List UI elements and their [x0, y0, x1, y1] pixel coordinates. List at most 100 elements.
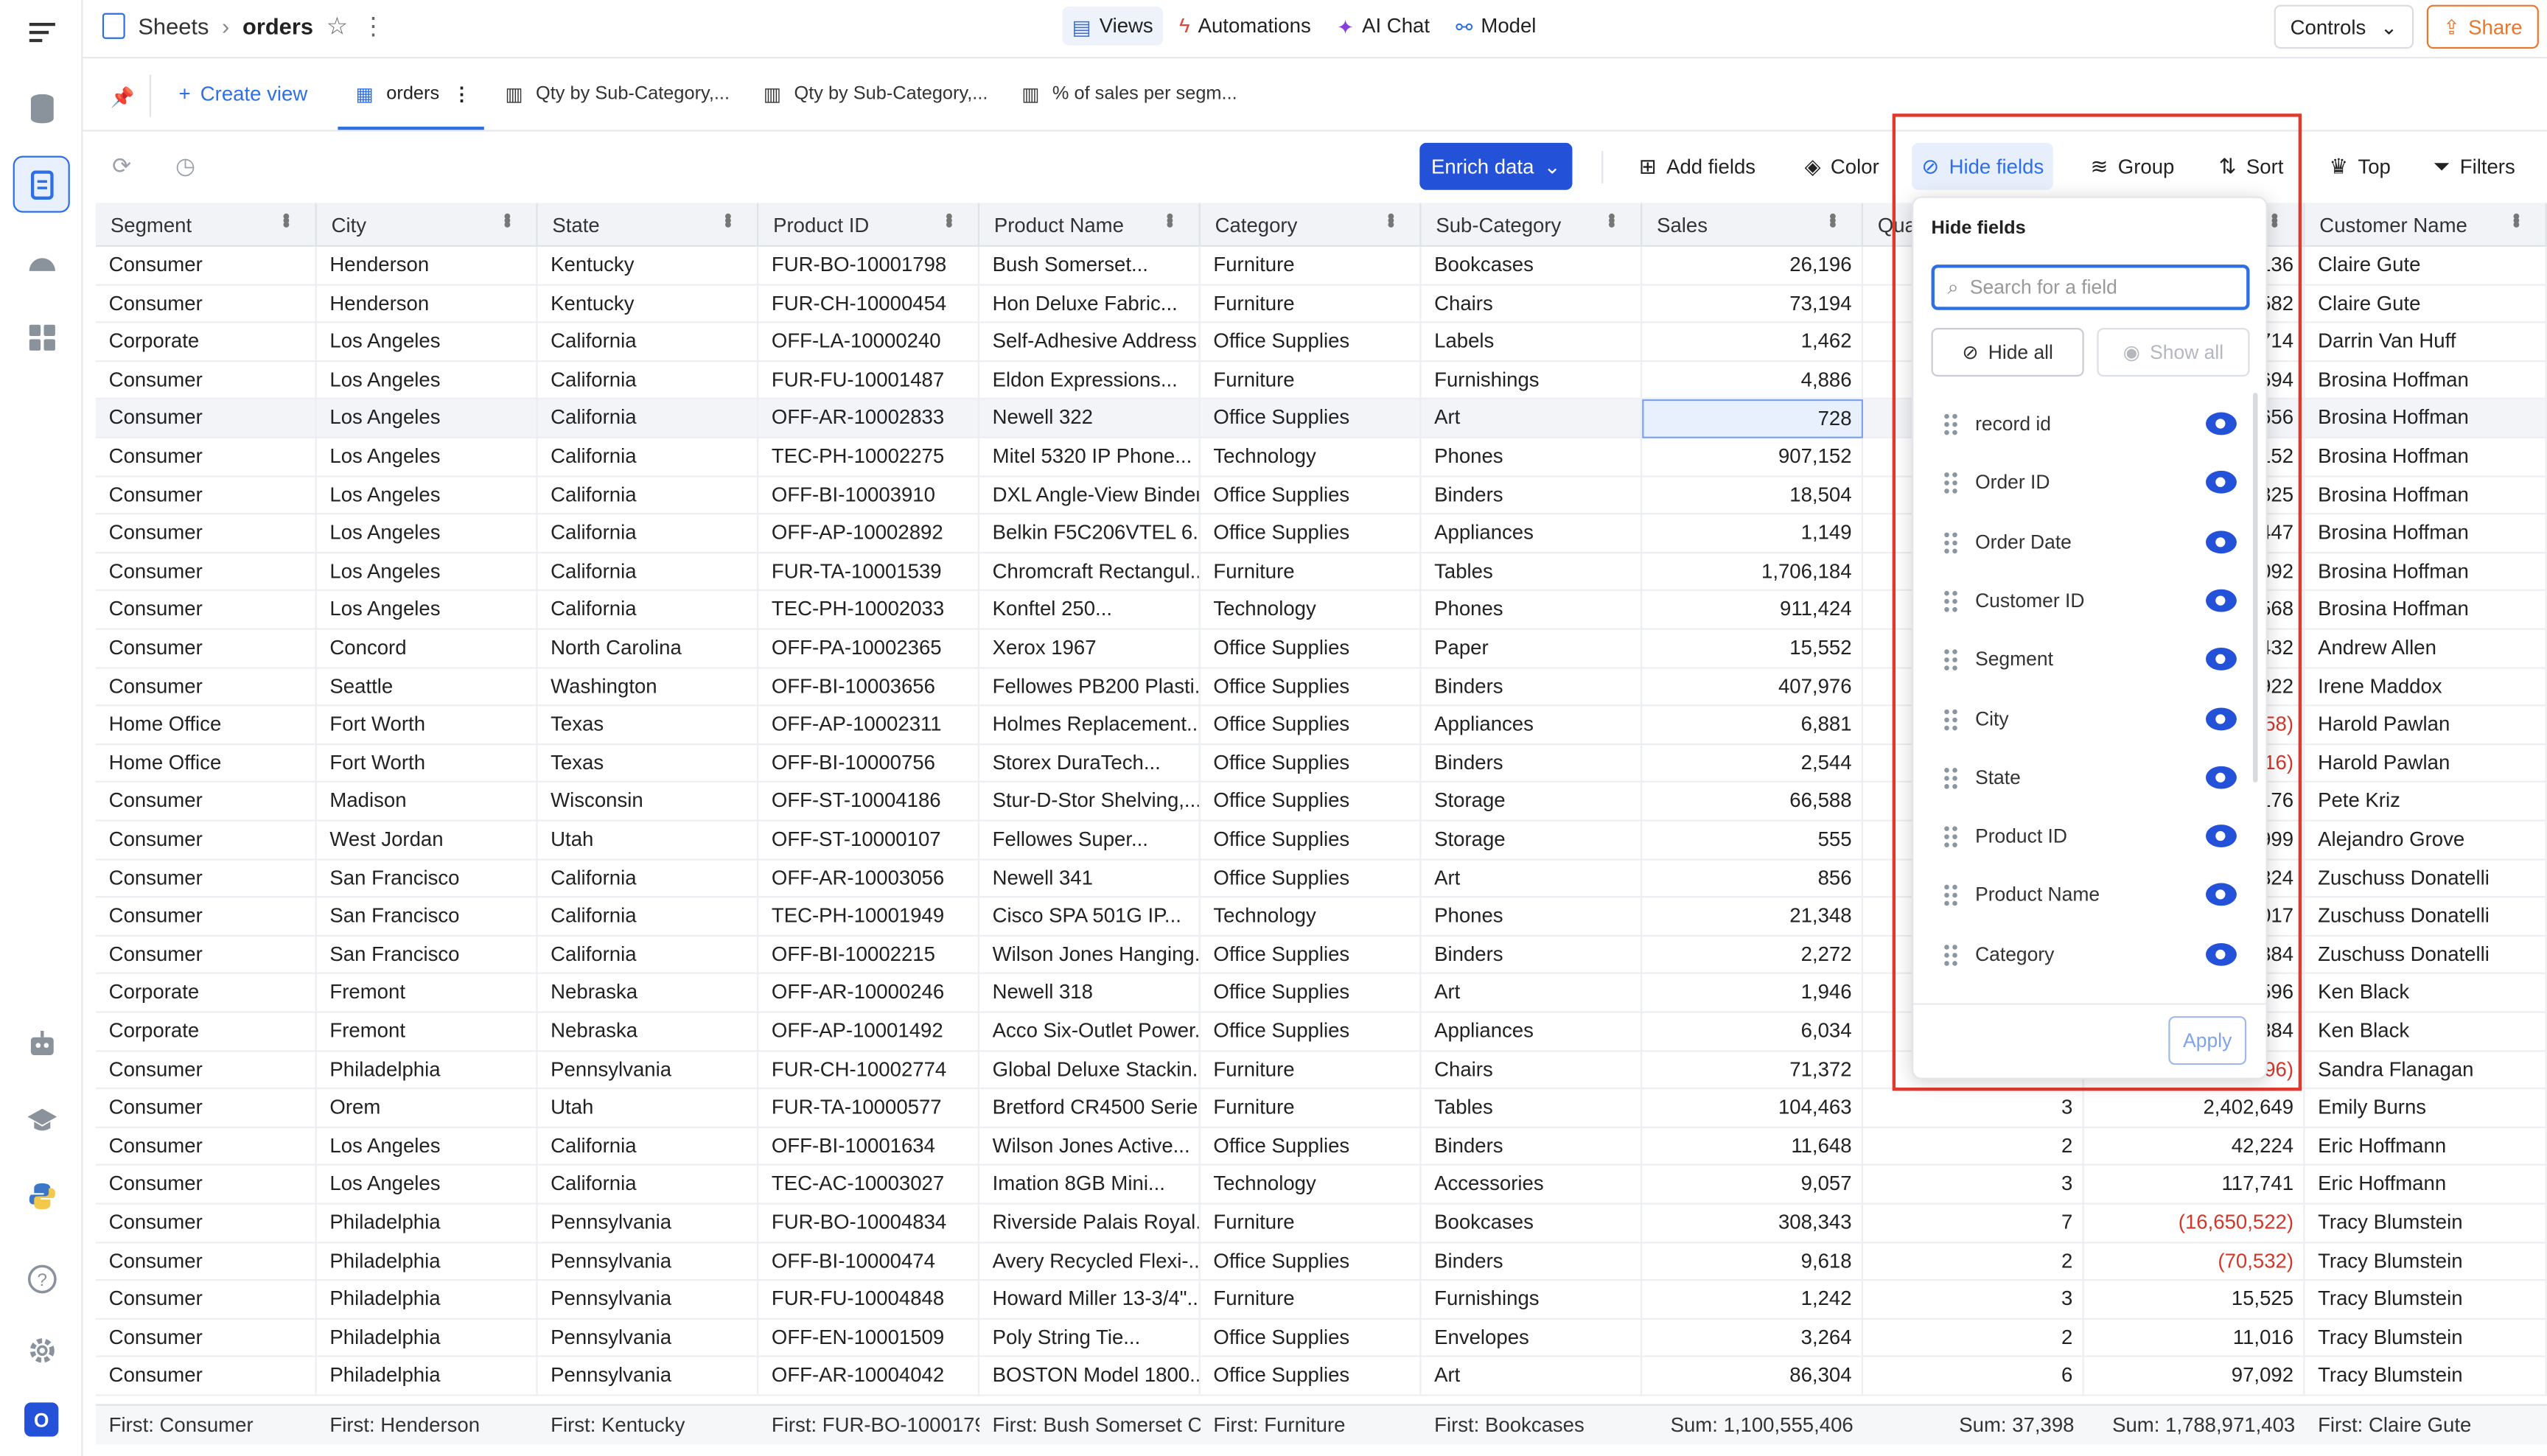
table-cell[interactable]: Office Supplies — [1201, 821, 1422, 860]
table-cell[interactable]: 3 — [1863, 1281, 2084, 1320]
table-cell[interactable]: FUR-BO-10001798 — [758, 246, 980, 285]
table-cell[interactable]: Consumer — [96, 1089, 317, 1128]
table-cell[interactable]: Claire Gute — [2305, 284, 2547, 323]
table-cell[interactable]: Furniture — [1201, 1281, 1422, 1320]
table-cell[interactable]: Los Angeles — [317, 399, 538, 438]
table-cell[interactable]: Consumer — [96, 514, 317, 553]
table-cell[interactable]: 66,588 — [1642, 783, 1863, 822]
column-menu-icon[interactable]: ••• — [716, 213, 741, 225]
table-cell[interactable]: Andrew Allen — [2305, 629, 2547, 668]
table-cell[interactable]: Tables — [1422, 1089, 1643, 1128]
table-cell[interactable]: Office Supplies — [1201, 514, 1422, 553]
table-cell[interactable]: California — [538, 323, 759, 362]
field-search-input[interactable]: ⌕ Search for a field — [1931, 265, 2250, 310]
table-cell[interactable]: Storage — [1422, 821, 1643, 860]
table-cell[interactable]: San Francisco — [317, 897, 538, 937]
table-cell[interactable]: Brosina Hoffman — [2305, 361, 2547, 400]
table-cell[interactable]: TEC-PH-10002033 — [758, 591, 980, 630]
table-cell[interactable]: Home Office — [96, 706, 317, 745]
table-cell[interactable]: Riverside Palais Royal... — [979, 1204, 1201, 1243]
table-cell[interactable]: Philadelphia — [317, 1357, 538, 1396]
column-header[interactable]: Customer Name ••• — [2305, 203, 2547, 247]
table-cell[interactable]: Office Supplies — [1201, 936, 1422, 975]
table-cell[interactable]: Zuschuss Donatelli — [2305, 859, 2547, 898]
table-cell[interactable]: Office Supplies — [1201, 399, 1422, 438]
table-cell[interactable]: TEC-AC-10003027 — [758, 1166, 980, 1205]
table-cell[interactable]: TEC-PH-10001949 — [758, 897, 980, 937]
table-cell[interactable]: Corporate — [96, 323, 317, 362]
table-cell[interactable]: 2,402,649 — [2084, 1089, 2305, 1128]
table-cell[interactable]: Xerox 1967 — [979, 629, 1201, 668]
table-cell[interactable]: Storage — [1422, 783, 1643, 822]
table-cell[interactable]: 86,304 — [1642, 1357, 1863, 1396]
table-cell[interactable]: 21,348 — [1642, 897, 1863, 937]
table-cell[interactable]: Konftel 250... — [979, 591, 1201, 630]
table-cell[interactable]: OFF-BI-10000756 — [758, 744, 980, 783]
table-cell[interactable]: Art — [1422, 1357, 1643, 1396]
eye-icon[interactable] — [2206, 530, 2237, 553]
field-item[interactable]: record id — [1913, 394, 2251, 452]
table-cell[interactable]: Philadelphia — [317, 1051, 538, 1090]
table-cell[interactable]: Office Supplies — [1201, 476, 1422, 515]
table-cell[interactable]: Art — [1422, 859, 1643, 898]
table-cell[interactable]: Consumer — [96, 1127, 317, 1166]
table-cell[interactable]: California — [538, 897, 759, 937]
table-cell[interactable]: Consumer — [96, 1166, 317, 1205]
table-cell[interactable]: Office Supplies — [1201, 1242, 1422, 1281]
field-item[interactable]: City — [1913, 689, 2251, 747]
table-cell[interactable]: Harold Pawlan — [2305, 706, 2547, 745]
table-cell[interactable]: Consumer — [96, 668, 317, 707]
nav-automations[interactable]: ϟ Automations — [1170, 7, 1321, 46]
table-cell[interactable]: Consumer — [96, 246, 317, 285]
table-cell[interactable]: Kentucky — [538, 246, 759, 285]
table-cell[interactable]: 1,149 — [1642, 514, 1863, 553]
table-cell[interactable]: Darrin Van Huff — [2305, 323, 2547, 362]
table-cell[interactable]: Mitel 5320 IP Phone... — [979, 438, 1201, 477]
history-icon[interactable]: ◷ — [175, 153, 195, 180]
table-cell[interactable]: 856 — [1642, 859, 1863, 898]
table-cell[interactable]: (70,532) — [2084, 1242, 2305, 1281]
nav-views[interactable]: ▤ Views — [1062, 6, 1163, 46]
field-item[interactable]: Segment — [1913, 630, 2251, 688]
table-cell[interactable]: Binders — [1422, 476, 1643, 515]
table-row[interactable]: Consumer Los Angeles California OFF-BI-1000… — [96, 1127, 2547, 1166]
table-cell[interactable]: Los Angeles — [317, 438, 538, 477]
refresh-icon[interactable]: ⟳ — [112, 153, 131, 180]
table-cell[interactable]: Consumer — [96, 438, 317, 477]
table-cell[interactable]: Acco Six-Outlet Power... — [979, 1012, 1201, 1051]
table-cell[interactable]: Technology — [1201, 1166, 1422, 1205]
eye-icon[interactable] — [2206, 471, 2237, 494]
tab-qty-by-subcategory-1[interactable]: ▥ Qty by Sub-Category,... — [505, 83, 730, 106]
table-cell[interactable]: Bookcases — [1422, 246, 1643, 285]
column-menu-icon[interactable]: ••• — [1379, 213, 1403, 225]
breadcrumb-current[interactable]: orders — [242, 13, 313, 39]
eye-icon[interactable] — [2206, 412, 2237, 435]
table-cell[interactable]: Consumer — [96, 629, 317, 668]
avatar[interactable]: O — [24, 1402, 59, 1437]
table-cell[interactable]: 1,706,184 — [1642, 553, 1863, 592]
column-header[interactable]: Product ID ••• — [758, 203, 980, 247]
table-cell[interactable]: Utah — [538, 821, 759, 860]
table-cell[interactable]: Hon Deluxe Fabric... — [979, 284, 1201, 323]
table-cell[interactable]: Philadelphia — [317, 1319, 538, 1358]
table-cell[interactable]: Poly String Tie... — [979, 1319, 1201, 1358]
table-cell[interactable]: Office Supplies — [1201, 1319, 1422, 1358]
column-menu-icon[interactable]: ••• — [1821, 213, 1845, 225]
table-cell[interactable]: TEC-PH-10002275 — [758, 438, 980, 477]
table-cell[interactable]: Brosina Hoffman — [2305, 591, 2547, 630]
drag-handle-icon[interactable] — [1944, 413, 1957, 437]
table-cell[interactable]: Nebraska — [538, 974, 759, 1013]
table-cell[interactable]: Los Angeles — [317, 553, 538, 592]
table-cell[interactable]: 3 — [1863, 1089, 2084, 1128]
table-cell[interactable]: Consumer — [96, 1204, 317, 1243]
drag-handle-icon[interactable] — [1944, 944, 1957, 967]
table-cell[interactable]: California — [538, 476, 759, 515]
field-item[interactable]: Order ID — [1913, 453, 2251, 511]
summary-cell[interactable]: First: Henderson — [317, 1406, 538, 1446]
table-cell[interactable]: Pete Kriz — [2305, 783, 2547, 822]
table-cell[interactable]: Paper — [1422, 629, 1643, 668]
table-cell[interactable]: Consumer — [96, 1051, 317, 1090]
table-cell[interactable]: OFF-AP-10001492 — [758, 1012, 980, 1051]
table-cell[interactable]: Ken Black — [2305, 1012, 2547, 1051]
drag-handle-icon[interactable] — [1944, 708, 1957, 732]
